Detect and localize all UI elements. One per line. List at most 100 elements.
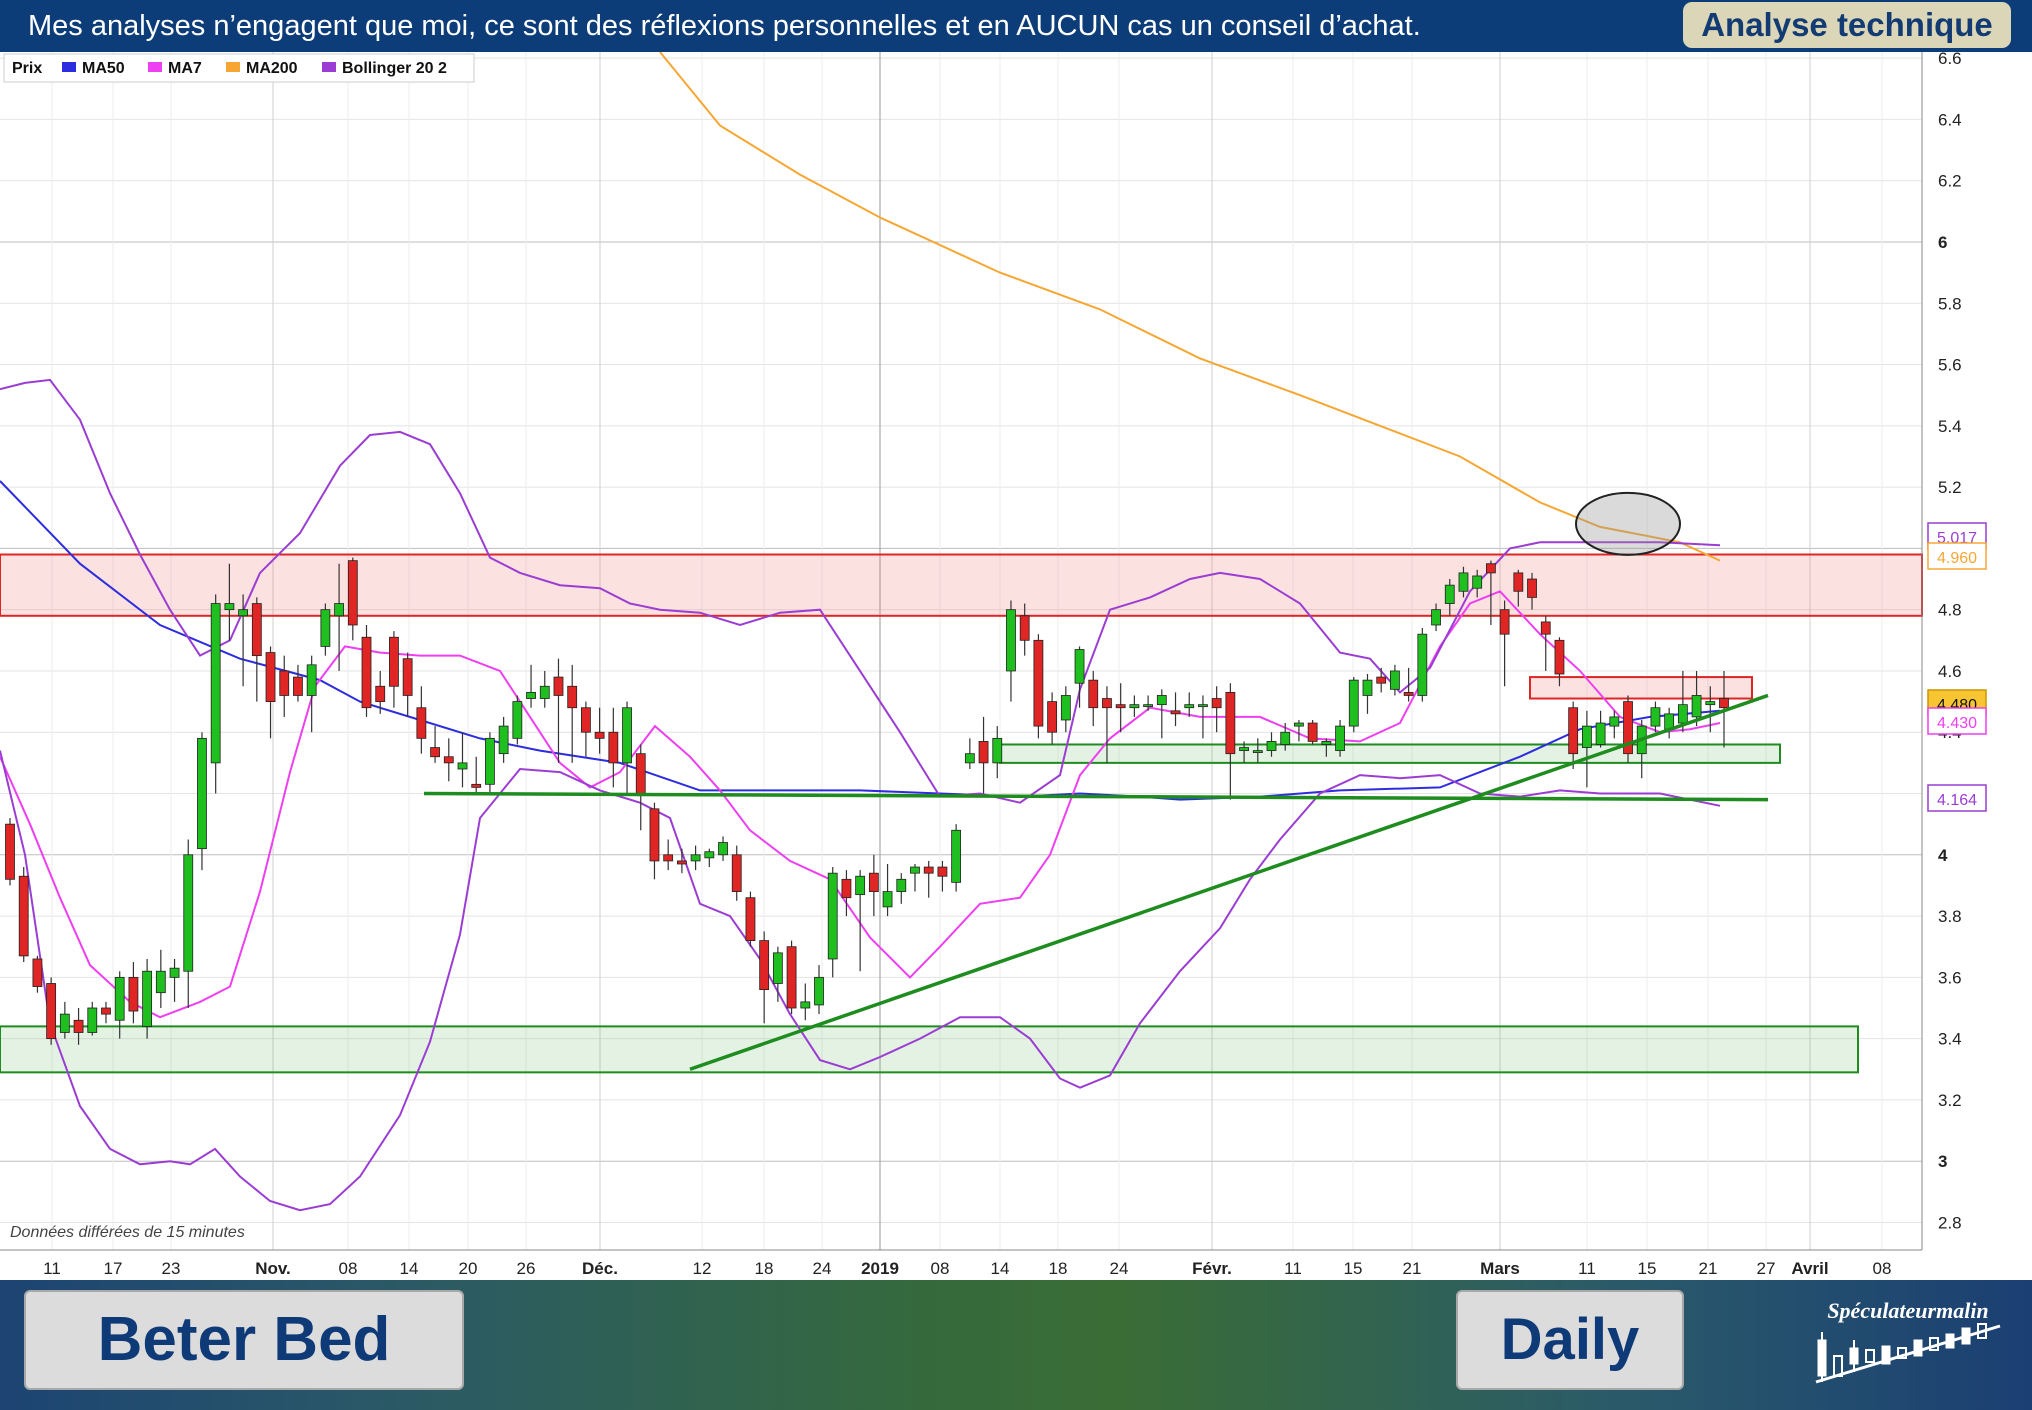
candle-body (1211, 698, 1222, 709)
candle-body (320, 609, 331, 647)
x-tick-label: 24 (1110, 1259, 1129, 1278)
candle-body (1033, 639, 1044, 727)
logo-text: Spéculateurmalin (1827, 1298, 1988, 1323)
candle-body (786, 946, 797, 1009)
highlight-ellipse (1575, 491, 1681, 556)
x-tick-label: Déc. (582, 1259, 618, 1278)
y-tick-label: 6.4 (1938, 110, 1962, 129)
candle-body (937, 866, 948, 877)
candle-body (1390, 670, 1400, 690)
x-tick-label: 27 (1757, 1259, 1776, 1278)
candle-body (1184, 704, 1195, 709)
candle-body (101, 1007, 111, 1015)
candle-body (553, 676, 564, 696)
candle-body (1047, 701, 1058, 733)
x-tick-label: Févr. (1192, 1259, 1232, 1278)
candle-body (471, 783, 482, 788)
candle-body (745, 897, 756, 941)
price-label: 4.164 (1927, 784, 1987, 812)
candle-body (1115, 704, 1126, 709)
candle-body (169, 967, 180, 978)
candle-body (1444, 584, 1455, 604)
candle-body (1006, 609, 1016, 672)
candle-body (46, 983, 57, 1040)
candle-body (1650, 707, 1661, 727)
candle-body (142, 970, 153, 1027)
price-chart: 2.833.23.43.63.844.24.44.64.855.25.45.65… (0, 52, 2032, 1280)
candle-body (1019, 615, 1030, 641)
candle-body (1417, 633, 1428, 696)
y-tick-label: 3.4 (1938, 1030, 1962, 1049)
candle-body (1719, 698, 1729, 709)
candle-body (59, 1013, 70, 1033)
y-tick-label: 5.8 (1938, 294, 1962, 313)
y-tick-label: 3.6 (1938, 968, 1962, 987)
candle-body (649, 808, 660, 862)
candle-body (772, 952, 783, 984)
candle-body (663, 854, 674, 862)
candle-body (512, 701, 523, 739)
timeframe: Daily (1456, 1290, 1684, 1390)
x-tick-label: 26 (517, 1259, 536, 1278)
candle-body (1609, 716, 1620, 727)
legend-label: MA50 (82, 60, 125, 77)
y-tick-label: 6.2 (1938, 172, 1962, 191)
candle-body (1677, 704, 1688, 724)
y-tick-label: 4.8 (1938, 601, 1962, 620)
candle-body (457, 762, 468, 770)
candle-body (197, 737, 207, 850)
candle-body (1170, 710, 1181, 715)
y-tick-label: 3.2 (1938, 1091, 1962, 1110)
x-tick-label: 15 (1638, 1259, 1657, 1278)
zone-support (999, 743, 1781, 764)
candle-body (1321, 741, 1332, 745)
candle-body (334, 603, 344, 617)
candle-body (443, 756, 454, 764)
candle-body (622, 707, 632, 764)
candle-body (800, 1001, 811, 1009)
candle-body (1458, 572, 1469, 592)
candle-body (1595, 722, 1606, 745)
candle-body (1499, 609, 1510, 635)
candle-body (1129, 704, 1140, 709)
candle-body (265, 652, 276, 702)
legend-swatch (322, 62, 336, 72)
candle-body (868, 872, 879, 892)
candle-body (279, 670, 290, 696)
x-tick-label: 08 (339, 1259, 358, 1278)
candle-body (978, 741, 989, 764)
candle-body (526, 691, 536, 699)
candle-body (827, 872, 838, 960)
candle-body (635, 753, 646, 794)
candle-body (114, 976, 125, 1021)
candle-body (1348, 679, 1359, 727)
candle-body (210, 603, 221, 764)
analysis-tag: Analyse technique (1683, 2, 2011, 48)
x-tick-label: 08 (1873, 1259, 1892, 1278)
candle-body (1225, 691, 1236, 755)
candle-body (32, 958, 43, 987)
candle-body (539, 685, 550, 699)
candle-body (347, 560, 358, 626)
y-tick-label: 4.6 (1938, 662, 1962, 681)
candle-body (690, 854, 701, 862)
candle-body (1554, 639, 1565, 675)
x-tick-label: 2019 (861, 1259, 899, 1278)
disclaimer-text: Mes analyses n’engagent que moi, ce sont… (28, 10, 1421, 42)
candle-body (1472, 575, 1483, 589)
x-tick-label: 18 (755, 1259, 774, 1278)
x-tick-label: 15 (1344, 1259, 1363, 1278)
candle-body (1485, 563, 1496, 574)
candle-body (1156, 695, 1167, 706)
candle-body (306, 664, 317, 696)
candle-body (814, 976, 824, 1006)
x-tick-label: 08 (931, 1259, 950, 1278)
candle-body (1239, 747, 1249, 752)
candle-body (238, 609, 249, 617)
legend-swatch (226, 62, 240, 72)
x-tick-label: 21 (1403, 1259, 1422, 1278)
candle-body (581, 707, 591, 733)
candle-body (896, 878, 907, 892)
candle-body (882, 891, 893, 908)
candle-body (375, 685, 386, 702)
